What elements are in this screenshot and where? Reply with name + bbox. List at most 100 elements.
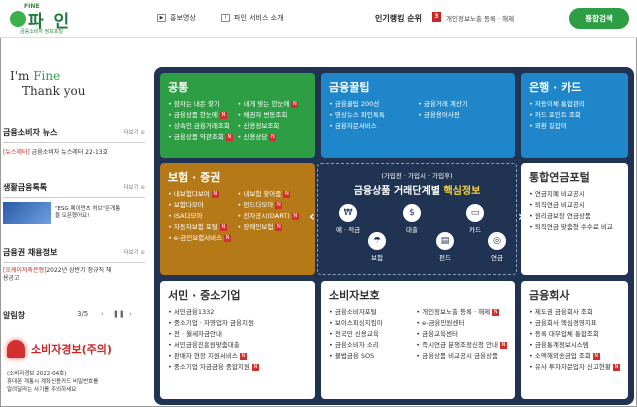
fine-logo[interactable]: FINE 파 인 금융소비자 정보포털 [6,3,76,35]
menu-item-label: 금융용어사전 [423,111,460,119]
menu-item[interactable]: 내보험 찾아줌N [238,189,308,200]
menu-item-label: 외환 길잡이 [534,122,567,130]
menu-item[interactable]: 금융꿀팁 200선 [329,99,418,110]
menu-item[interactable]: 신용정보조회 [238,121,308,132]
consumer-protection-list-2: 개인정보노출 등록 · 해제Ne-금융민원센터금융교육센터즉시연금 분쟁조정신청… [416,307,507,362]
life-finance-item[interactable]: "ESG 페이먼츠 허브"뜬개통 을 오픈했어요! [3,202,145,224]
product-4-button[interactable]: ▤ 펀드 [436,232,454,262]
menu-item[interactable]: 퇴직연금 비교공시 [529,200,620,211]
menu-item[interactable]: 금융자문서비스 [329,121,418,132]
menu-item[interactable]: 제도권 금융회사 조회 [529,307,620,318]
menu-item[interactable]: 금융상품 한눈에N [168,110,238,121]
menu-item[interactable]: 금융상품 비교공시 금융상품 [416,351,507,362]
menu-item-label: 금융교육센터 [422,330,458,338]
menu-item[interactable]: 개인정보노출 등록 · 해제N [416,307,507,318]
menu-item[interactable]: 카드 포인트 조회 [529,110,620,121]
menu-item[interactable]: 채권자 변동조회 [238,110,308,121]
menu-item[interactable]: 소액해외송금업 조회N [529,351,620,362]
menu-item[interactable]: 서민금융1332 [168,307,307,318]
menu-item[interactable]: 내보험다보여N [168,189,238,200]
prev-arrow-icon[interactable]: ‹ [309,209,315,225]
prev-icon[interactable]: ‹ [101,310,104,318]
menu-item[interactable]: 유사 투자자문업자 신고현황N [529,362,620,373]
integrated-search-button[interactable]: 통합검색 [569,8,629,29]
menu-item[interactable]: 전자공시(DART)N [238,211,308,222]
jobs-section: 금융권 채용정보 더보기 [오케이저축은행]2022년 상반기 정규직 채용공고 [3,247,145,283]
menu-item[interactable]: 전 · 월세자금안내 [168,329,307,340]
menu-item[interactable]: 금융상품 약관조회N [168,132,238,143]
new-badge-icon: N [219,223,227,231]
jobs-item[interactable]: [오케이저축은행]2022년 상반기 정규직 채 용공고 [3,267,145,283]
menu-item[interactable]: 신용상담N [238,132,308,143]
menu-item[interactable]: 금융거래 계산기 [418,99,507,110]
insurance-list-1: 내보험다보여N보험다모아ISA다모아자동차보험 포털Ne-금인보험서비스N [168,189,238,244]
product-3-button[interactable]: ☂ 보험 [368,232,386,262]
product-0-button[interactable]: ₩ 예 · 적금 [336,204,360,234]
fin-company-list: 제도권 금융회사 조회금융회사 핵심경영지표등록 대부업체 통합조회금융통계정보… [529,307,620,373]
alarm-section: 알림창 3/5 ‹ ❚❚ › 소비자경보(주의) (소비자경보 2022-04호… [3,310,145,393]
menu-item[interactable]: 즉시연금 분쟁조정신청 안내N [416,340,507,351]
product-5-button[interactable]: ◎ 연금 [488,232,506,262]
new-badge-icon: N [612,363,620,371]
menu-item[interactable]: 금융소비자포털 [329,307,416,318]
menu-item[interactable]: 판매자 현장 지원서비스N [168,351,307,362]
menu-item[interactable]: 금융통계정보시스템 [529,340,620,351]
menu-item[interactable]: 중소기업 자금금융 중합지원N [168,362,307,373]
menu-item[interactable]: 등록 대부업체 통합조회 [529,329,620,340]
menu-item-label: 제도권 금융회사 조회 [534,308,593,316]
menu-item[interactable]: 외환 길잡이 [529,121,620,132]
consumer-alert-banner[interactable]: 소비자경보(주의) [7,338,143,360]
jobs-more-button[interactable]: 더보기 [123,248,145,256]
menu-item[interactable]: 잠자는 내돈 찾기 [168,99,238,110]
menu-item[interactable]: 상속인 금융거래조회 [168,121,238,132]
consumer-protection-box: 소비자보호 금융소비자포털보이스피싱지킴이전국민 신용교육금융소비자 소리불법금… [321,281,515,399]
pause-icon[interactable]: ❚❚ [113,310,125,318]
service-panel: 공통 잠자는 내돈 찾기금융상품 한눈에N상속인 금융거래조회금융상품 약관조회… [154,67,634,405]
next-icon[interactable]: › [129,310,132,318]
menu-item[interactable]: 전국민 신용교육 [329,329,416,340]
menu-item[interactable]: 자동차보험 포털N [168,222,238,233]
menu-item[interactable]: 금융회사 핵심경영지표 [529,318,620,329]
menu-item[interactable]: e-금인보험서비스N [168,233,238,244]
menu-item[interactable]: 영상뉴스 파인톡톡 [329,110,418,121]
menu-item[interactable]: 불법금융 SOS [329,351,416,362]
insurance-box: 보험 · 증권 내보험다보여N보험다모아ISA다모아자동차보험 포털Ne-금인보… [160,163,315,275]
video-icon: ▶ [157,14,166,22]
consumer-news-more-button[interactable]: 더보기 [123,128,145,136]
menu-item[interactable]: 중소기업 · 자영업자 금융지원 [168,318,307,329]
menu-item-label: 연금지폐 비교공시 [534,190,585,198]
life-finance-more-button[interactable]: 더보기 [123,183,145,191]
menu-item[interactable]: 금융소비자 소리 [329,340,416,351]
menu-item-label: 보이스피싱지킴이 [334,319,383,327]
product-icon: ◎ [488,232,506,250]
menu-item[interactable]: 원리금보장 연금상품 [529,211,620,222]
menu-item[interactable]: 보험다모아 [168,200,238,211]
menu-item[interactable]: 퇴직연금 맞춤형 수수료 비교 [529,222,620,233]
product-1-button[interactable]: $ 대출 [403,204,421,234]
menu-item[interactable]: ISA다모아 [168,211,238,222]
product-2-button[interactable]: ▭ 카드 [466,204,484,234]
menu-item[interactable]: e-금융민원센터 [416,318,507,329]
fin-company-box: 금융회사 제도권 금융회사 조회금융회사 핵심경영지표등록 대부업체 통합조회금… [521,281,628,399]
slogan-thankyou: Thank you [22,84,86,98]
ranking-title: 인기랭킹 순위 [375,14,422,23]
core-info-box[interactable]: (가입전 · 가입시 · 가입후) 금융상품 거래단계별 핵심정보 ₩ 예 · 적… [317,163,517,275]
service-intro-link[interactable]: i 파인 서비스 소개 [221,13,284,23]
promo-video-link[interactable]: ▶ 홍보영상 [157,13,196,23]
ranking-item-link[interactable]: 개인정보노출 등록 · 해제 [446,13,514,23]
menu-item-label: 원리금보장 연금상품 [534,212,591,220]
menu-item[interactable]: 자동이체 통합관리 [529,99,620,110]
menu-item[interactable]: 서민금융진흥원맞춤대출 [168,340,307,351]
menu-item[interactable]: 금융교육센터 [416,329,507,340]
menu-item[interactable]: 연금지폐 비교공시 [529,189,620,200]
menu-item-label: 불법금융 SOS [334,352,375,360]
menu-item[interactable]: 보이스피싱지킴이 [329,318,416,329]
menu-item[interactable]: 금융용어사전 [418,110,507,121]
menu-item[interactable]: 펀드다모아N [238,200,308,211]
core-info-icons: ₩ 예 · 적금 $ 대출 ▭ 카드 ☂ 보험 ▤ 펀드 ◎ 연금 [328,204,508,274]
menu-item[interactable]: 장애인보험N [238,222,308,233]
menu-item-label: 퇴직연금 비교공시 [534,201,585,209]
menu-item-label: 금융상품 한눈에 [173,111,218,119]
consumer-news-item[interactable]: [뉴스레터] 금융소비자 뉴스레터 22-13호 [3,147,145,156]
menu-item[interactable]: 내게 맞는 한눈에N [238,99,308,110]
